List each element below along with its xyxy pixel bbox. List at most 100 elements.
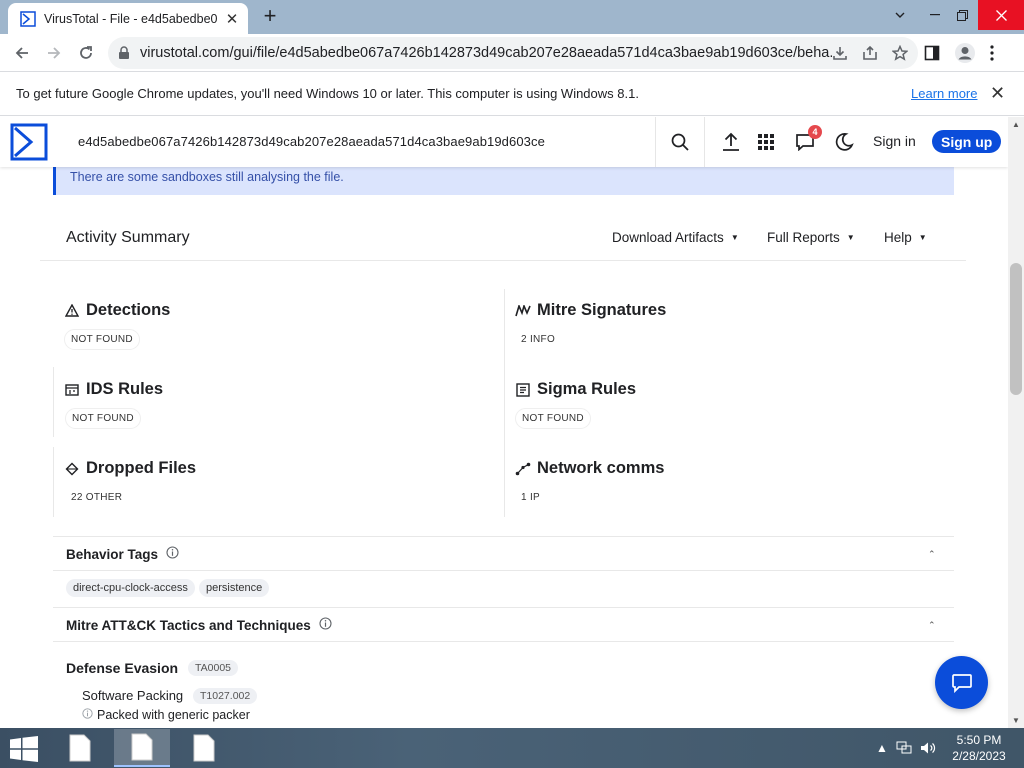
scroll-down-arrow-icon[interactable]: ▼ xyxy=(1008,716,1024,725)
mitre-attack-title: Mitre ATT&CK Tactics and Techniques xyxy=(66,617,311,633)
virustotal-logo-icon[interactable] xyxy=(10,123,48,161)
help-label: Help xyxy=(884,230,912,245)
network-comms-label: Network comms xyxy=(537,459,665,477)
notification-badge: 4 xyxy=(808,125,822,139)
behavior-tags-header[interactable]: Behavior Tags xyxy=(66,546,179,562)
mitre-attack-header[interactable]: Mitre ATT&CK Tactics and Techniques xyxy=(66,617,332,633)
detections-value: NOT FOUND xyxy=(64,329,140,350)
sandbox-notice-text: There are some sandboxes still analysing… xyxy=(70,170,344,184)
divider xyxy=(53,536,954,537)
taskbar-file-app[interactable] xyxy=(176,729,232,767)
document-icon xyxy=(193,734,215,762)
infobar-message: To get future Google Chrome updates, you… xyxy=(16,86,639,101)
sigma-rules-label: Sigma Rules xyxy=(537,380,637,398)
learn-more-link[interactable]: Learn more xyxy=(911,86,977,101)
document-icon xyxy=(69,734,91,762)
activity-summary-title: Activity Summary xyxy=(66,229,190,246)
close-window-icon[interactable] xyxy=(978,0,1024,30)
ids-rules-value: NOT FOUND xyxy=(65,408,141,429)
technique-id-badge[interactable]: T1027.002 xyxy=(193,688,258,704)
chat-support-button[interactable] xyxy=(935,656,988,709)
scrollbar-thumb[interactable] xyxy=(1010,263,1022,395)
taskbar-file-app-active[interactable] xyxy=(114,729,170,767)
technique-description-text: Packed with generic packer xyxy=(97,708,250,722)
tab-strip: VirusTotal - File - e4d5abedbe06 ✕ + xyxy=(0,0,1024,34)
browser-tab[interactable]: VirusTotal - File - e4d5abedbe06 ✕ xyxy=(8,3,248,34)
tab-title: VirusTotal - File - e4d5abedbe06 xyxy=(44,11,218,26)
restore-icon[interactable] xyxy=(946,0,978,30)
behavior-tag[interactable]: persistence xyxy=(199,579,270,597)
ids-icon xyxy=(64,382,80,398)
technique-description: Packed with generic packer xyxy=(82,708,250,722)
lock-icon xyxy=(119,46,129,59)
tab-close-icon[interactable]: ✕ xyxy=(224,10,240,28)
download-artifacts-dropdown[interactable]: Download Artifacts ▼ xyxy=(612,230,739,245)
back-icon[interactable] xyxy=(6,37,38,69)
divider xyxy=(53,607,954,608)
sign-up-button[interactable]: Sign up xyxy=(932,130,1002,153)
divider xyxy=(53,570,954,571)
profile-avatar-icon[interactable] xyxy=(954,42,976,64)
sigma-rules-heading: Sigma Rules xyxy=(515,380,636,399)
taskbar-file-app[interactable] xyxy=(52,729,108,767)
caret-down-icon: ▼ xyxy=(846,233,855,242)
volume-icon[interactable] xyxy=(920,741,936,755)
network-tray-icon[interactable] xyxy=(896,741,912,755)
row-accent xyxy=(53,367,54,437)
mitre-icon xyxy=(515,303,531,319)
browser-toolbar: virustotal.com/gui/file/e4d5abedbe067a74… xyxy=(0,34,1024,72)
help-dropdown[interactable]: Help ▼ xyxy=(884,230,927,245)
ids-rules-heading: IDS Rules xyxy=(64,380,163,399)
network-comms-heading: Network comms xyxy=(515,459,664,478)
caret-down-icon: ▼ xyxy=(918,233,927,242)
caret-down-icon: ▼ xyxy=(730,233,739,242)
sign-in-link[interactable]: Sign in xyxy=(873,133,916,149)
info-icon[interactable] xyxy=(166,546,179,562)
chat-bubble-icon xyxy=(951,673,972,693)
behavior-tag[interactable]: direct-cpu-clock-access xyxy=(66,579,195,597)
page-scrollbar[interactable]: ▲ ▼ xyxy=(1008,117,1024,728)
collapse-chevron-icon[interactable]: ⌃ xyxy=(928,620,936,631)
technique-name[interactable]: Software Packing xyxy=(82,688,183,703)
warning-icon xyxy=(64,303,80,319)
layers-icon xyxy=(64,461,80,477)
collapse-chevron-icon[interactable]: ⌃ xyxy=(928,549,936,560)
apps-grid-icon[interactable] xyxy=(754,130,778,154)
tactic-name[interactable]: Defense Evasion xyxy=(66,660,178,676)
tab-search-chevron-icon[interactable] xyxy=(886,0,914,30)
network-comms-value: 1 IP xyxy=(514,487,547,508)
clock-time: 5:50 PM xyxy=(956,733,1002,747)
windows-start-icon[interactable] xyxy=(10,736,38,762)
taskbar-clock[interactable]: 5:50 PM 2/28/2023 xyxy=(944,732,1014,764)
dark-mode-moon-icon[interactable] xyxy=(832,130,856,154)
infobar-close-icon[interactable]: ✕ xyxy=(990,83,1005,104)
page-content: e4d5abedbe067a7426b142873d49cab207e28aea… xyxy=(0,117,1008,728)
scroll-up-arrow-icon[interactable]: ▲ xyxy=(1008,120,1024,129)
share-icon[interactable] xyxy=(862,45,878,61)
hash-search-input[interactable]: e4d5abedbe067a7426b142873d49cab207e28aea… xyxy=(78,134,545,149)
info-icon[interactable] xyxy=(319,617,332,633)
full-reports-dropdown[interactable]: Full Reports ▼ xyxy=(767,230,855,245)
reload-icon[interactable] xyxy=(70,37,102,69)
dropped-files-heading: Dropped Files xyxy=(64,459,196,478)
info-icon xyxy=(82,708,93,722)
system-tray: ▲ xyxy=(876,728,936,768)
new-tab-icon[interactable]: + xyxy=(258,4,282,28)
ids-rules-label: IDS Rules xyxy=(86,380,164,398)
network-icon xyxy=(515,461,531,477)
virustotal-favicon-icon xyxy=(20,10,36,27)
show-hidden-icons-icon[interactable]: ▲ xyxy=(876,741,888,755)
forward-icon[interactable] xyxy=(38,37,70,69)
sigma-icon xyxy=(515,382,531,398)
row-accent xyxy=(53,447,54,517)
side-panel-icon[interactable] xyxy=(924,45,940,61)
column-divider xyxy=(504,289,505,517)
upload-icon[interactable] xyxy=(719,130,743,154)
mitre-signatures-value: 2 INFO xyxy=(514,329,563,350)
tactic-id-badge[interactable]: TA0005 xyxy=(188,660,238,676)
menu-kebab-icon[interactable] xyxy=(990,45,994,61)
install-icon[interactable] xyxy=(832,45,848,61)
search-button[interactable] xyxy=(655,117,705,167)
address-bar[interactable]: virustotal.com/gui/file/e4d5abedbe067a74… xyxy=(108,37,918,69)
bookmark-star-icon[interactable] xyxy=(892,45,908,61)
